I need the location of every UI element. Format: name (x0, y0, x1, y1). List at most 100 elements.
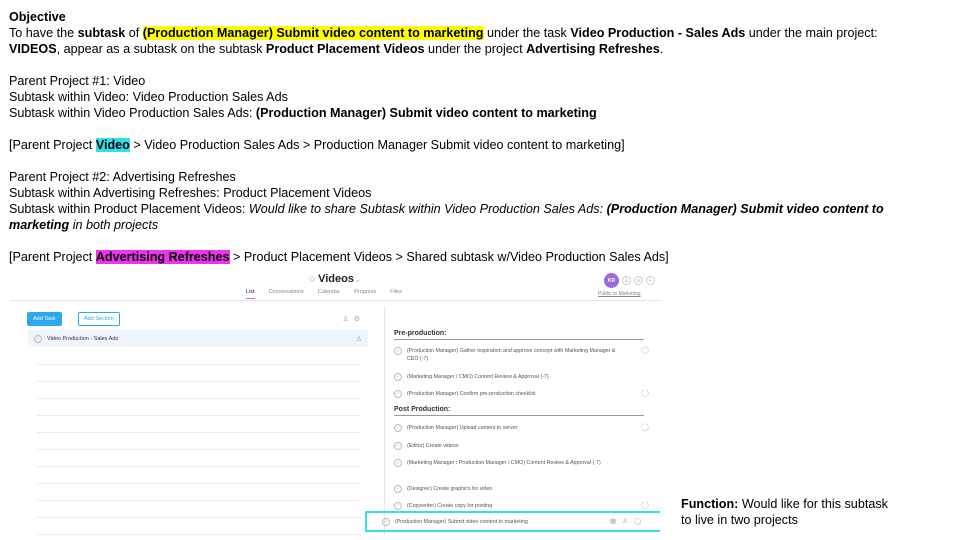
subtask-name: (Editor) Create videos (407, 443, 459, 449)
project-title[interactable]: ☆ Videos⌄ (308, 273, 361, 285)
subtask-row[interactable]: ✓ (Production Manager) Confirm pre-produc… (394, 390, 649, 398)
empty-row[interactable] (36, 466, 361, 467)
subtask-row[interactable]: ✓ (Marketing Manager / Production Manager… (394, 459, 649, 467)
project-members: KR ♙ ♙ + (604, 273, 655, 288)
comment-icon[interactable]: ◯ (634, 517, 641, 525)
user-icon[interactable]: ♙ (342, 315, 348, 323)
text-span: , appear as a subtask on the subtask (56, 42, 266, 56)
subtask-name: (Marketing Manager / Production Manager … (407, 460, 601, 466)
text-span: > Video Production Sales Ads > Productio… (129, 138, 625, 152)
empty-row[interactable] (36, 449, 361, 450)
empty-row[interactable] (36, 415, 361, 416)
parent2-line-1: Parent Project #2: Advertising Refreshes (9, 170, 236, 184)
text-span: (Production Manager) Submit video conten… (606, 202, 884, 216)
check-icon[interactable]: ✓ (394, 502, 402, 510)
add-task-button[interactable]: Add Task (27, 312, 62, 326)
parent2-path: [Parent Project Advertising Refreshes > … (9, 249, 954, 265)
text-span: marketing (9, 218, 70, 232)
check-icon[interactable]: ✓ (394, 390, 402, 398)
highlighted-project-name: Advertising Refreshes (95, 250, 230, 264)
check-icon[interactable]: ✓ (394, 347, 402, 355)
calendar-icon[interactable]: ▦ (610, 517, 616, 525)
text-span: Product Placement Videos (265, 42, 425, 56)
comment-icon[interactable]: ◯ (641, 390, 649, 398)
comment-icon[interactable]: ◯ (641, 347, 649, 355)
list-toolbar: ♙ ⚙ (342, 315, 360, 323)
objective-document: Objective To have the subtask of (Produc… (9, 9, 954, 265)
text-span: Function: (681, 497, 739, 511)
text-span: Video Production - Sales Ads (570, 26, 746, 40)
tab-list[interactable]: List (246, 289, 255, 299)
user-icon[interactable]: ♙ (622, 276, 631, 285)
subtask-name: (Production Manager) Gather inspiration … (407, 348, 616, 362)
section-header[interactable]: Post Production: (394, 406, 644, 416)
check-icon[interactable]: ✓ (394, 485, 402, 493)
empty-row[interactable] (36, 534, 361, 535)
subtask-row[interactable]: ✓ (Designer) Create graphics for video (394, 485, 649, 493)
add-section-button[interactable]: Add Section (78, 312, 120, 326)
subtask-name: (Production Manager) Upload content to s… (407, 425, 518, 431)
privacy-link[interactable]: Public to Marketing (598, 291, 641, 297)
parent1-line-1: Parent Project #1: Video (9, 74, 146, 88)
highlighted-subtask-row[interactable]: ✓ (Production Manager) Submit video conte… (382, 518, 528, 526)
check-icon[interactable]: ✓ (394, 442, 402, 450)
text-span: Advertising Refreshes (526, 42, 660, 56)
empty-row[interactable] (36, 398, 361, 399)
text-span: subtask (77, 26, 126, 40)
parent2-line-2: Subtask within Advertising Refreshes: Pr… (9, 186, 372, 200)
subtask-row[interactable]: ✓ (Production Manager) Upload content to … (394, 424, 649, 432)
comment-icon[interactable]: ◯ (641, 424, 649, 432)
text-span: . (659, 42, 664, 56)
assignee-icon[interactable]: ♙ (622, 517, 628, 525)
section-header[interactable]: Pre-production: (394, 330, 644, 340)
check-icon[interactable]: ✓ (394, 459, 402, 467)
text-span: Would like for this subtask (738, 497, 888, 511)
subtask-row[interactable]: ✓ (Copywriter) Create copy for posting ◯ (394, 502, 649, 510)
text-span: under the task (483, 26, 571, 40)
check-icon[interactable]: ✓ (394, 424, 402, 432)
add-member-icon[interactable]: + (646, 276, 655, 285)
parent2-line-4: marketing in both projects (9, 217, 954, 233)
text-span: under the main project: (745, 26, 878, 40)
subtask-name: (Copywriter) Create copy for posting (407, 503, 493, 509)
user-icon[interactable]: ♙ (634, 276, 643, 285)
subtask-row[interactable]: ✓ (Editor) Create videos (394, 442, 649, 450)
subtask-actions: ▦ ♙ ◯ (610, 517, 641, 525)
check-icon[interactable]: ✓ (382, 518, 390, 526)
tab-progress[interactable]: Progress (354, 289, 376, 299)
text-span: under the project (424, 42, 527, 56)
chevron-down-icon[interactable]: ⌄ (355, 277, 361, 284)
project-tabs: List Conversations Calendar Progress Fil… (246, 289, 402, 299)
empty-row[interactable] (36, 483, 361, 484)
check-icon[interactable]: ✓ (34, 334, 42, 343)
tab-files[interactable]: Files (390, 289, 402, 299)
parent1-path: [Parent Project Video > Video Production… (9, 137, 954, 153)
avatar[interactable]: KR (604, 273, 619, 288)
text-span: (Production Manager) Submit video conten… (255, 106, 597, 120)
comment-icon[interactable]: ◯ (641, 502, 649, 510)
tab-conversations[interactable]: Conversations (269, 289, 304, 299)
gear-icon[interactable]: ⚙ (354, 315, 360, 323)
text-span: in both projects (69, 218, 159, 232)
text-span: Subtask within Video Production Sales Ad… (9, 106, 256, 120)
subtask-row[interactable]: ✓ (Marketing Manager / CMO) Content Revie… (394, 373, 649, 381)
star-icon[interactable]: ☆ (308, 274, 316, 284)
empty-row[interactable] (36, 517, 361, 518)
empty-row[interactable] (36, 432, 361, 433)
empty-row[interactable] (36, 364, 361, 365)
subtask-name: (Production Manager) Submit video conten… (395, 519, 528, 525)
parent2-line-3: Subtask within Product Placement Videos:… (9, 201, 954, 217)
tab-calendar[interactable]: Calendar (318, 289, 340, 299)
objective-line-2: VIDEOS, appear as a subtask on the subta… (9, 41, 954, 57)
parent1-line-2: Subtask within Video: Video Production S… (9, 90, 288, 104)
subtask-row[interactable]: ✓ (Production Manager) Gather inspiration… (394, 347, 649, 363)
function-note: Function: Would like for this subtask to… (681, 496, 921, 528)
empty-row[interactable] (36, 500, 361, 501)
assignee-icon[interactable]: ♙ (356, 335, 362, 343)
objective-heading: Objective (9, 10, 66, 24)
check-icon[interactable]: ✓ (394, 373, 402, 381)
task-row[interactable]: ✓ Video Production - Sales Ads ♙ (28, 330, 368, 347)
empty-row[interactable] (36, 381, 361, 382)
highlighted-project-name: Video (95, 138, 130, 152)
task-detail-pane: Pre-production: ✓ (Production Manager) Ga… (384, 306, 660, 535)
